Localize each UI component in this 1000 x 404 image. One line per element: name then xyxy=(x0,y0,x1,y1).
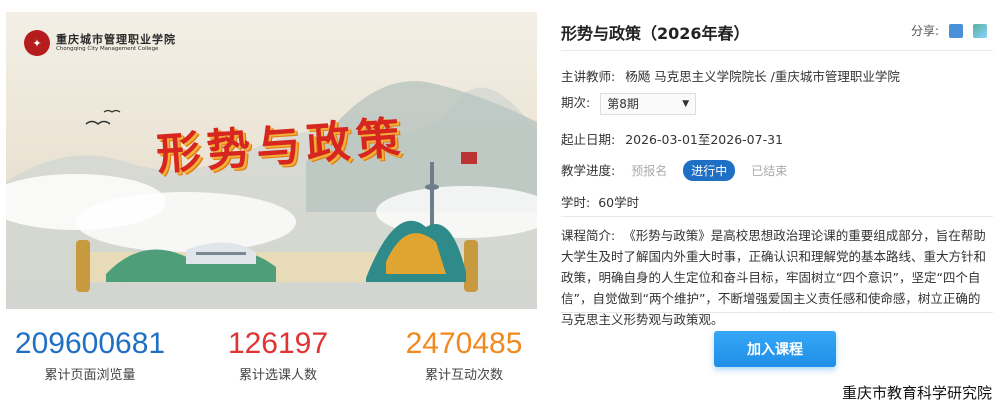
progress-label: 教学进度: xyxy=(561,163,616,178)
school-logo: ✦ 重庆城市管理职业学院 Chongqing City Management C… xyxy=(24,30,176,56)
stat-value: 126197 xyxy=(227,327,329,360)
share-bookmark-icon[interactable] xyxy=(949,23,963,38)
progress-option-prereg: 预报名 xyxy=(631,164,668,178)
divider xyxy=(561,50,993,51)
stat-value: 2470485 xyxy=(405,327,523,360)
divider xyxy=(561,312,993,313)
stat-page-views: 209600681 累计页面浏览量 xyxy=(0,326,180,383)
term-label: 期次: xyxy=(561,95,591,110)
stat-label: 累计页面浏览量 xyxy=(44,368,136,383)
dates-value: 2026-03-01至2026-07-31 xyxy=(625,132,783,147)
join-course-button[interactable]: 加入课程 xyxy=(714,331,836,367)
share-qrcode-icon[interactable] xyxy=(973,23,987,38)
term-select-value: 第8期 xyxy=(607,96,639,111)
share-bar: 分享: xyxy=(911,22,987,39)
course-title: 形势与政策（2026年春） xyxy=(561,24,750,43)
hours-row: 学时: 60学时 xyxy=(561,192,639,211)
hours-label: 学时: xyxy=(561,195,591,210)
stat-enrollments: 126197 累计选课人数 xyxy=(188,326,368,383)
divider xyxy=(561,216,993,217)
stat-label: 累计互动次数 xyxy=(424,368,503,383)
teacher-value: 杨飏 马克思主义学院院长 /重庆城市管理职业学院 xyxy=(625,69,900,84)
teacher-label: 主讲教师: xyxy=(561,69,616,84)
chevron-down-icon: ▼ xyxy=(682,98,690,109)
progress-option-ended: 已结束 xyxy=(751,164,788,178)
progress-option-ongoing: 进行中 xyxy=(683,160,736,181)
intro-label: 课程简介: xyxy=(561,228,616,243)
watermark: 重庆市教育科学研究院 xyxy=(841,384,992,402)
course-banner: ✦ 重庆城市管理职业学院 Chongqing City Management C… xyxy=(6,12,537,309)
teacher-row: 主讲教师: 杨飏 马克思主义学院院长 /重庆城市管理职业学院 xyxy=(561,66,900,85)
term-row: 期次: 第8期 ▼ xyxy=(561,92,697,115)
school-name-cn: 重庆城市管理职业学院 xyxy=(56,32,176,46)
share-label: 分享: xyxy=(910,24,939,38)
dates-label: 起止日期: xyxy=(561,132,616,147)
hours-value: 60学时 xyxy=(598,195,640,210)
school-seal-icon: ✦ xyxy=(24,30,50,56)
stats-row: 209600681 累计页面浏览量 126197 累计选课人数 2470485 … xyxy=(0,326,545,386)
dates-row: 起止日期: 2026-03-01至2026-07-31 xyxy=(561,129,783,148)
stat-value: 209600681 xyxy=(14,327,166,360)
course-info-panel: 形势与政策（2026年春） 分享: 主讲教师: 杨飏 马克思主义学院院长 /重庆… xyxy=(561,0,993,404)
progress-row: 教学进度: 预报名 进行中 已结束 xyxy=(561,160,791,181)
school-name-en: Chongqing City Management College xyxy=(56,45,159,52)
stat-interactions: 2470485 累计互动次数 xyxy=(374,326,554,383)
course-intro: 课程简介: 《形势与政策》是高校思想政治理论课的重要组成部分，旨在帮助大学生及时… xyxy=(561,225,991,330)
stat-label: 累计选课人数 xyxy=(238,368,317,383)
term-select[interactable]: 第8期 ▼ xyxy=(600,92,697,115)
